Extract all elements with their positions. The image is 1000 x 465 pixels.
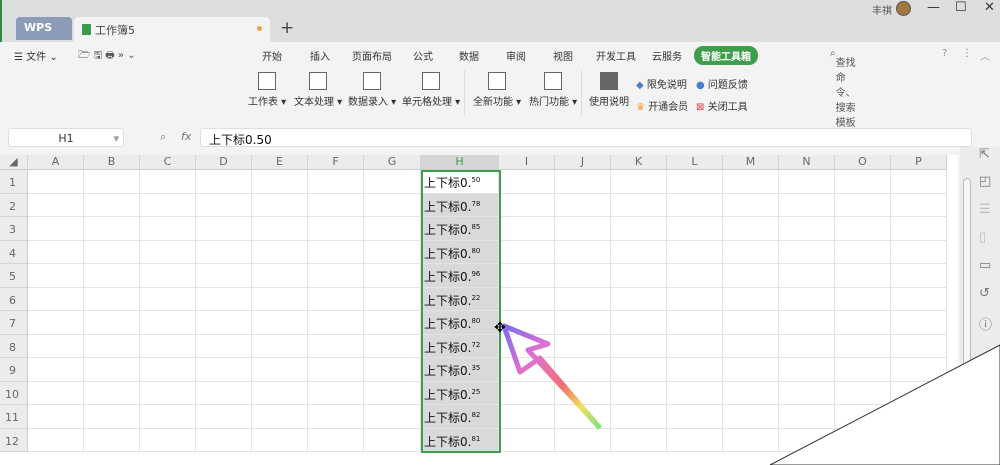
rainbow-arrow-annotation	[501, 323, 602, 430]
move-cursor-icon: ✥	[494, 320, 506, 336]
page-curl	[769, 344, 1000, 465]
overlay: ✥	[494, 320, 1000, 465]
